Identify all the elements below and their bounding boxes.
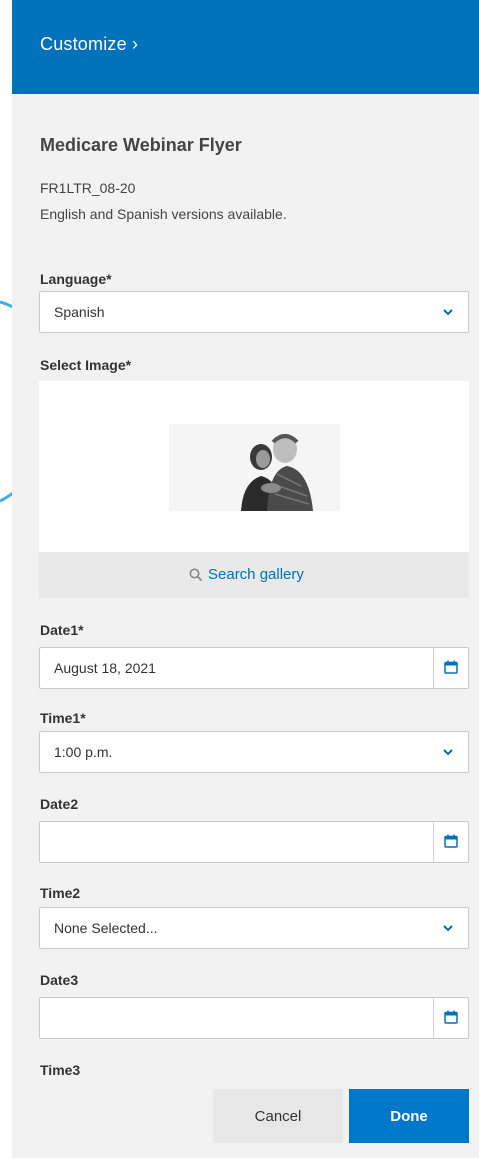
cancel-button[interactable]: Cancel bbox=[213, 1089, 343, 1143]
calendar-icon bbox=[444, 660, 458, 674]
done-button[interactable]: Done bbox=[349, 1089, 469, 1143]
time2-label: Time2 bbox=[40, 885, 81, 901]
customize-link[interactable]: Customize › bbox=[40, 34, 138, 55]
couple-photo-icon bbox=[169, 424, 340, 511]
time2-value: None Selected... bbox=[54, 920, 158, 936]
search-icon bbox=[189, 568, 203, 581]
search-gallery-label: Search gallery bbox=[208, 566, 304, 583]
date1-calendar-button[interactable] bbox=[433, 648, 468, 688]
date1-label: Date1* bbox=[40, 622, 84, 638]
select-image-label: Select Image* bbox=[40, 357, 132, 373]
date3-calendar-button[interactable] bbox=[433, 998, 468, 1038]
time1-label: Time1* bbox=[40, 710, 86, 726]
calendar-icon bbox=[444, 834, 458, 848]
language-value: Spanish bbox=[54, 304, 105, 320]
item-code: FR1LTR_08-20 bbox=[40, 180, 136, 196]
language-label: Language* bbox=[40, 271, 112, 287]
date1-field[interactable]: August 18, 2021 bbox=[39, 647, 469, 689]
item-title: Medicare Webinar Flyer bbox=[40, 135, 242, 155]
date3-field[interactable] bbox=[39, 997, 469, 1039]
image-selector: Search gallery bbox=[39, 381, 469, 598]
date2-field[interactable] bbox=[39, 821, 469, 863]
chevron-down-icon bbox=[443, 925, 453, 932]
date2-calendar-button[interactable] bbox=[433, 822, 468, 862]
time1-value: 1:00 p.m. bbox=[54, 744, 113, 760]
item-description: English and Spanish versions available. bbox=[40, 206, 287, 222]
calendar-icon bbox=[444, 1010, 458, 1024]
time3-label: Time3 bbox=[40, 1062, 81, 1078]
time2-select[interactable]: None Selected... bbox=[39, 907, 469, 949]
date1-value: August 18, 2021 bbox=[54, 660, 156, 676]
date2-label: Date2 bbox=[40, 796, 79, 812]
chevron-down-icon bbox=[443, 749, 453, 756]
panel-header: Customize › bbox=[12, 0, 479, 94]
search-gallery-button[interactable]: Search gallery bbox=[39, 552, 469, 598]
language-select[interactable]: Spanish bbox=[39, 291, 469, 333]
date3-label: Date3 bbox=[40, 972, 79, 988]
time1-select[interactable]: 1:00 p.m. bbox=[39, 731, 469, 773]
chevron-down-icon bbox=[443, 309, 453, 316]
selected-image-thumbnail[interactable] bbox=[169, 424, 340, 511]
